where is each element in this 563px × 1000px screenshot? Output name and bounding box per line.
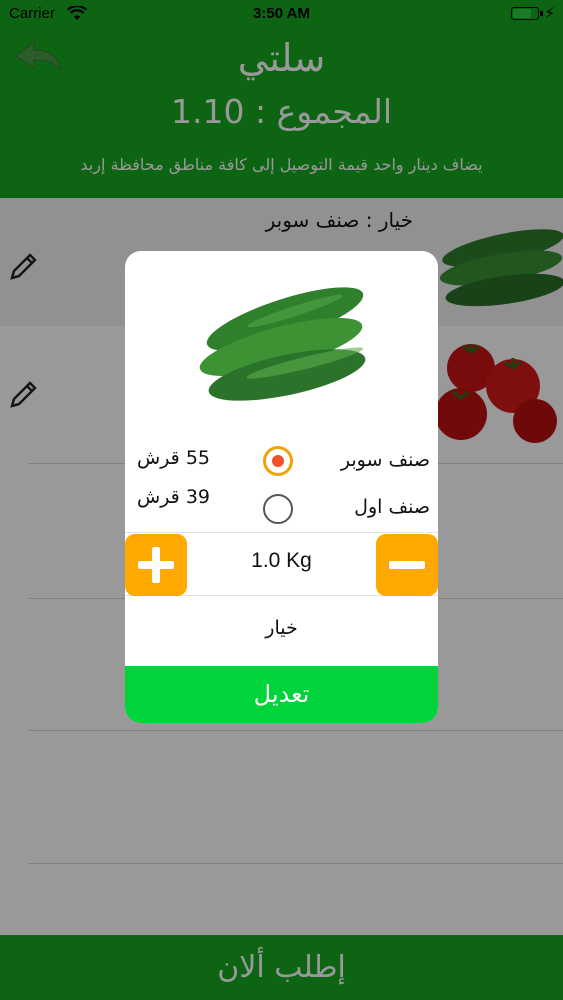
option-row[interactable]: صنف اول 39 قرش <box>125 486 438 528</box>
option-price: 55 قرش <box>137 447 210 469</box>
product-name: خيار <box>265 617 298 639</box>
edit-button[interactable]: تعديل <box>125 666 438 723</box>
edit-item-dialog: صنف سوبر 55 قرش صنف اول 39 قرش 1.0 Kg خي… <box>125 251 438 723</box>
quantity-stepper: 1.0 Kg <box>125 532 438 596</box>
quantity-value: 1.0 Kg <box>251 549 312 572</box>
option-price: 39 قرش <box>137 486 210 508</box>
radio-unselected-icon[interactable] <box>263 494 293 524</box>
decrease-quantity-button[interactable] <box>376 534 438 596</box>
radio-selected-icon[interactable] <box>263 446 293 476</box>
option-name: صنف اول <box>354 496 430 518</box>
option-row[interactable]: صنف سوبر 55 قرش <box>125 446 438 480</box>
increase-quantity-button[interactable] <box>125 534 187 596</box>
option-name: صنف سوبر <box>340 449 430 471</box>
cucumber-image <box>185 281 375 421</box>
